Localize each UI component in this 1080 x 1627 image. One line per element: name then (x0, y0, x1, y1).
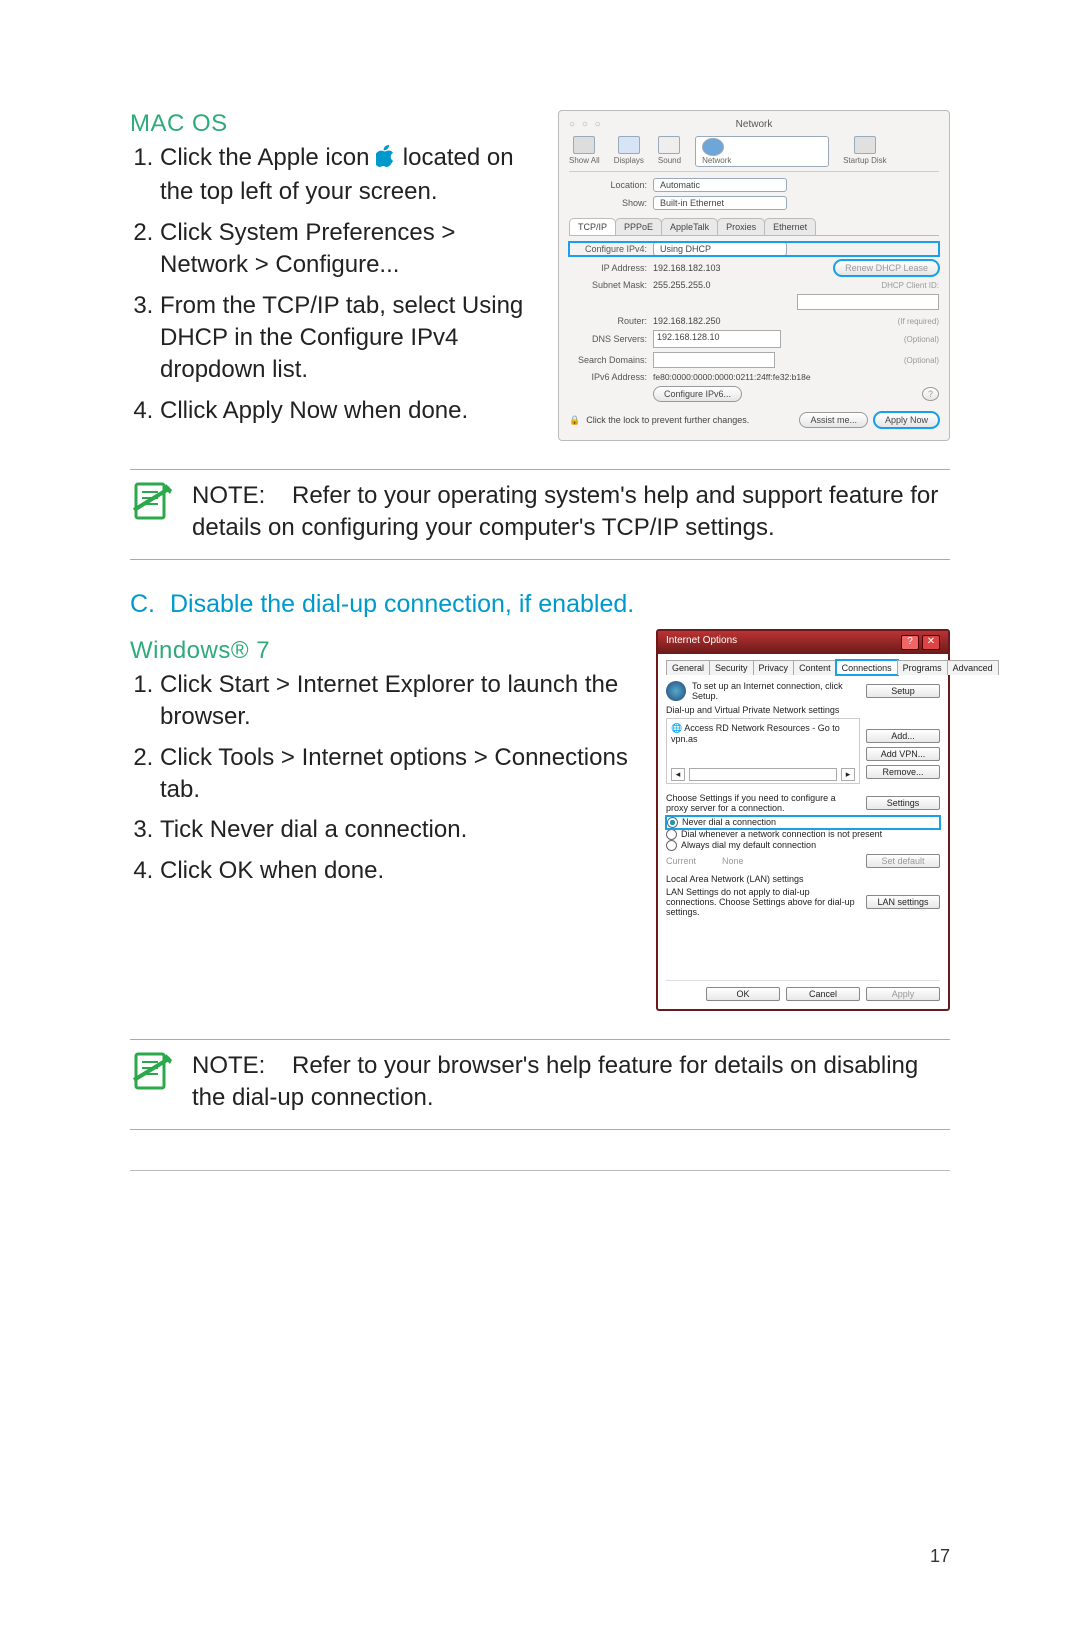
location-select[interactable]: Automatic (653, 178, 787, 192)
setup-text: To set up an Internet connection, click … (692, 681, 860, 701)
win-step-2: Click Tools > Internet options > Connect… (160, 742, 636, 807)
wtab-advanced[interactable]: Advanced (947, 660, 999, 675)
note-icon (130, 1050, 174, 1115)
note-icon (130, 480, 174, 545)
win-internet-options-screenshot: Internet Options ?✕ General Security Pri… (656, 629, 950, 1011)
show-select[interactable]: Built-in Ethernet (653, 196, 787, 210)
window-controls[interactable]: ?✕ (901, 635, 940, 650)
dial-entry[interactable]: 🌐 Access RD Network Resources - Go to vp… (671, 723, 855, 744)
apply-button[interactable]: Apply (866, 987, 940, 1001)
footer-rule (130, 1170, 950, 1171)
tb-displays[interactable]: Displays (614, 136, 644, 167)
dhcp-client-input[interactable] (797, 294, 939, 310)
mask-value: 255.255.255.0 (653, 280, 711, 290)
lock-icon[interactable]: 🔒 (569, 415, 580, 426)
tab-ethernet[interactable]: Ethernet (764, 218, 816, 235)
wtab-security[interactable]: Security (709, 660, 754, 675)
win-title-text: Internet Options (666, 635, 737, 650)
mac-step-3: From the TCP/IP tab, select Using DHCP i… (160, 290, 538, 387)
wtab-general[interactable]: General (666, 660, 710, 675)
wtab-programs[interactable]: Programs (897, 660, 948, 675)
apple-icon (376, 144, 396, 176)
dial-group-label: Dial-up and Virtual Private Network sett… (666, 705, 940, 715)
choose-text: Choose Settings if you need to configure… (666, 793, 860, 813)
mac-network-screenshot: ○ ○ ○ Network Show All Displays Sound Net… (558, 110, 950, 441)
wtab-connections[interactable]: Connections (836, 660, 898, 675)
globe-icon (666, 681, 686, 701)
heading-mac-os: MAC OS (130, 110, 538, 138)
renew-dhcp-button[interactable]: Renew DHCP Lease (834, 260, 939, 276)
lan-text: LAN Settings do not apply to dial-up con… (666, 887, 860, 917)
ip-value: 192.168.182.103 (653, 263, 721, 273)
note-tcpip: NOTE:Refer to your operating system's he… (130, 469, 950, 560)
note-label: NOTE: (192, 1050, 292, 1082)
tab-proxies[interactable]: Proxies (717, 218, 765, 235)
radio-dial-when[interactable]: Dial whenever a network connection is no… (666, 829, 940, 840)
radio-always-dial[interactable]: Always dial my default connection (666, 840, 940, 851)
traffic-lights-icon: ○ ○ ○ (569, 119, 603, 130)
mac-steps: Click the Apple icon located on the top … (130, 142, 538, 427)
note-label: NOTE: (192, 480, 292, 512)
tb-startup[interactable]: Startup Disk (843, 136, 887, 167)
lock-text: Click the lock to prevent further change… (586, 415, 749, 425)
search-domains-input[interactable] (653, 352, 775, 368)
router-value: 192.168.182.250 (653, 316, 721, 326)
win-step-4: Click OK when done. (160, 855, 636, 887)
ipv6-value: fe80:0000:0000:0000:0211:24ff:fe32:b18e (653, 372, 811, 382)
win-steps: Click Start > Internet Explorer to launc… (130, 669, 636, 887)
cancel-button[interactable]: Cancel (786, 987, 860, 1001)
help-button[interactable]: ? (922, 387, 939, 401)
scroll-left[interactable]: ◂ (671, 768, 685, 781)
apply-now-button[interactable]: Apply Now (874, 412, 939, 428)
set-default-button[interactable]: Set default (866, 854, 940, 868)
mac-step-2: Click System Preferences > Network > Con… (160, 217, 538, 282)
tb-show-all[interactable]: Show All (569, 136, 600, 167)
mac-step-4: Cllick Apply Now when done. (160, 395, 538, 427)
mac-step-1: Click the Apple icon located on the top … (160, 142, 538, 209)
note-body: Refer to your operating system's help an… (192, 482, 938, 541)
configure-ipv4-select[interactable]: Using DHCP (653, 242, 787, 256)
tab-appletalk[interactable]: AppleTalk (661, 218, 718, 235)
remove-button[interactable]: Remove... (866, 765, 940, 779)
radio-never-dial[interactable]: Never dial a connection (666, 816, 940, 829)
dns-input[interactable]: 192.168.128.10 (653, 330, 781, 348)
assist-button[interactable]: Assist me... (799, 412, 868, 428)
mac-window-title: Network (736, 119, 773, 130)
wtab-content[interactable]: Content (793, 660, 837, 675)
win-step-1: Click Start > Internet Explorer to launc… (160, 669, 636, 734)
win-step-3: Tick Never dial a connection. (160, 814, 636, 846)
add-vpn-button[interactable]: Add VPN... (866, 747, 940, 761)
wtab-privacy[interactable]: Privacy (753, 660, 795, 675)
scroll-right[interactable]: ▸ (841, 768, 855, 781)
tb-network[interactable]: Network (695, 136, 829, 167)
heading-windows7: Windows® 7 (130, 637, 636, 665)
lan-settings-button[interactable]: LAN settings (866, 895, 940, 909)
page-number: 17 (930, 1546, 950, 1567)
settings-button[interactable]: Settings (866, 796, 940, 810)
add-button[interactable]: Add... (866, 729, 940, 743)
ok-button[interactable]: OK (706, 987, 780, 1001)
tab-pppoe[interactable]: PPPoE (615, 218, 662, 235)
heading-section-c: C.Disable the dial-up connection, if ena… (130, 590, 950, 619)
tab-tcpip[interactable]: TCP/IP (569, 218, 616, 235)
tb-sound[interactable]: Sound (658, 136, 681, 167)
note-dialup: NOTE:Refer to your browser's help featur… (130, 1039, 950, 1130)
setup-button[interactable]: Setup (866, 684, 940, 698)
lan-group-label: Local Area Network (LAN) settings (666, 874, 940, 884)
configure-ipv6-button[interactable]: Configure IPv6... (653, 386, 742, 402)
note-body: Refer to your browser's help feature for… (192, 1052, 918, 1111)
